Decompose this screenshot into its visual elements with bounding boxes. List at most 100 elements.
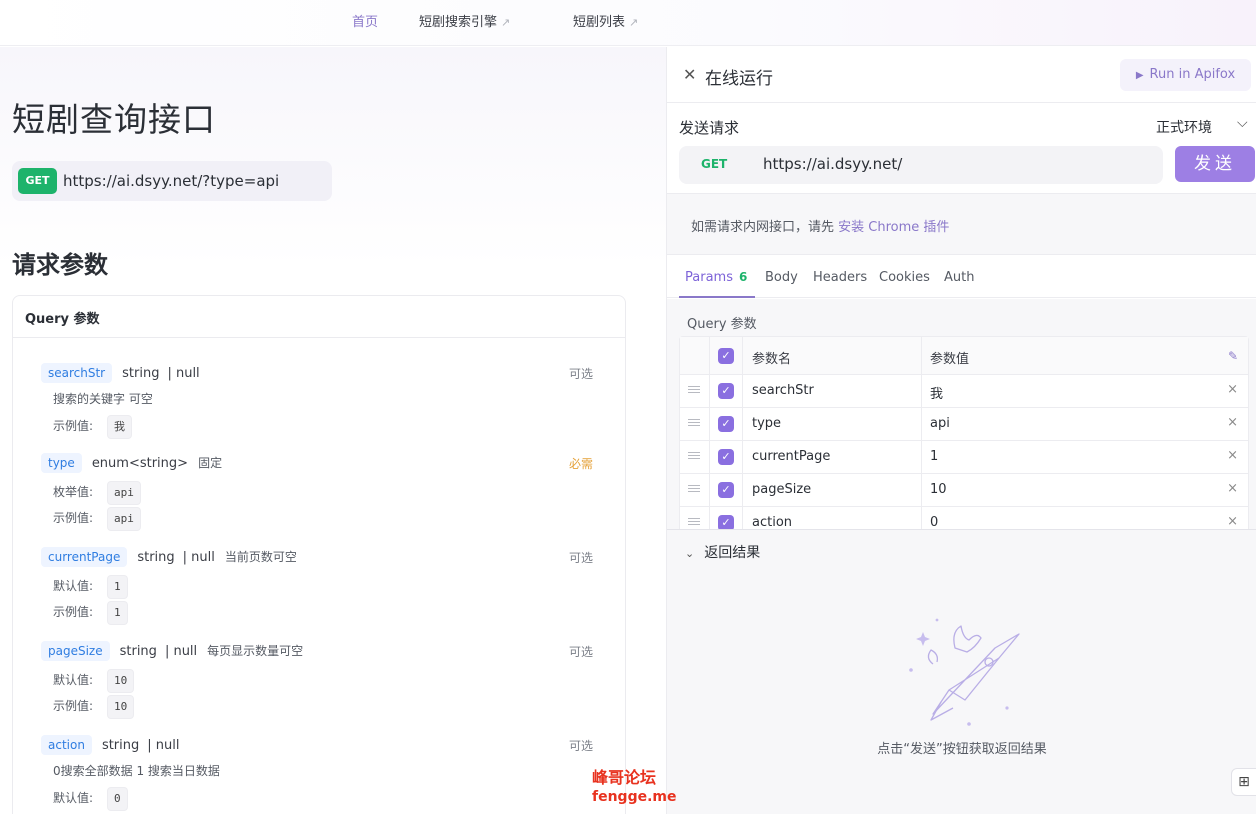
nav-search-engine-label: 短剧搜索引擎 bbox=[419, 15, 498, 30]
response-header[interactable]: ⌄ 返回结果 bbox=[685, 542, 760, 562]
column-divider bbox=[709, 375, 710, 407]
rocket-illustration-icon bbox=[909, 618, 1020, 726]
param-name-cell[interactable]: type bbox=[752, 416, 781, 431]
column-divider bbox=[742, 337, 743, 374]
select-all-checkbox[interactable]: ✓ bbox=[718, 348, 734, 364]
param-type: string bbox=[137, 550, 175, 565]
column-header-value: 参数值 bbox=[930, 352, 970, 367]
chevron-down-icon[interactable]: ⌵ bbox=[1237, 115, 1248, 131]
param-example: 示例值: 1 bbox=[53, 601, 601, 625]
remove-icon[interactable]: × bbox=[1227, 415, 1238, 430]
run-in-apifox-button[interactable]: ▶ Run in Apifox bbox=[1120, 59, 1251, 91]
chrome-plugin-hint: 如需请求内网接口，请先 安装 Chrome 插件 bbox=[667, 193, 1256, 255]
run-title: 在线运行 bbox=[705, 69, 773, 89]
api-doc-panel: 短剧查询接口 GET https://ai.dsyy.net/?type=api… bbox=[0, 47, 666, 814]
param-default: 默认值: 10 bbox=[53, 669, 601, 693]
param-line-value: 1 bbox=[107, 575, 128, 599]
tab-auth[interactable]: Auth bbox=[944, 270, 974, 285]
param-item: type enum<string> 固定 必需 枚举值: api 示例值: api bbox=[41, 452, 601, 531]
param-default: 默认值: 1 bbox=[53, 575, 601, 599]
param-requirement: 可选 bbox=[568, 551, 593, 565]
param-nullable: | null bbox=[182, 550, 215, 565]
params-editor: Query 参数 ✓ 参数名 参数值 ✎ ✓ searchStr 我 × ✓ t… bbox=[667, 299, 1256, 529]
param-inline-desc: 当前页数可空 bbox=[224, 550, 297, 564]
column-divider bbox=[709, 441, 710, 473]
param-nullable: | null bbox=[167, 366, 200, 381]
param-value-cell[interactable]: 0 bbox=[930, 515, 938, 529]
param-line-label: 默认值: bbox=[53, 673, 94, 687]
watermark-line1: 峰哥论坛 bbox=[592, 768, 657, 787]
install-chrome-plugin-link[interactable]: 安装 Chrome 插件 bbox=[838, 220, 949, 235]
param-line-label: 示例值: bbox=[53, 605, 94, 619]
param-requirement: 可选 bbox=[568, 739, 593, 753]
response-panel: ⌄ 返回结果 点击“发送”按钮获取返回结果 ⊞ bbox=[667, 529, 1256, 814]
hint-prefix: 如需请求内网接口，请先 bbox=[691, 220, 839, 235]
tab-headers[interactable]: Headers bbox=[813, 270, 867, 285]
nav-drama-list[interactable]: 短剧列表 ↗ bbox=[573, 11, 638, 30]
param-type: enum<string> bbox=[91, 456, 189, 471]
layout-toggle-icon[interactable]: ⊞ bbox=[1231, 768, 1256, 796]
top-nav: 首页 短剧搜索引擎 ↗ 短剧列表 ↗ bbox=[0, 0, 1256, 46]
row-checkbox[interactable]: ✓ bbox=[718, 515, 734, 529]
close-icon[interactable]: ✕ bbox=[683, 65, 696, 84]
column-divider bbox=[742, 507, 743, 529]
param-description: 0搜索全部数据 1 搜索当日数据 bbox=[53, 764, 220, 778]
remove-icon[interactable]: × bbox=[1227, 481, 1238, 496]
endpoint-url-box[interactable]: GET https://ai.dsyy.net/?type=api bbox=[12, 161, 332, 201]
param-line-label: 示例值: bbox=[53, 511, 94, 525]
param-type: string bbox=[101, 738, 140, 753]
table-row: ✓ currentPage 1 × bbox=[680, 441, 1248, 474]
nav-search-engine[interactable]: 短剧搜索引擎 ↗ bbox=[419, 11, 510, 30]
row-checkbox[interactable]: ✓ bbox=[718, 416, 734, 432]
row-checkbox[interactable]: ✓ bbox=[718, 449, 734, 465]
param-value-cell[interactable]: 我 bbox=[930, 383, 943, 402]
request-method[interactable]: GET bbox=[701, 157, 727, 171]
hint-text: 如需请求内网接口，请先 安装 Chrome 插件 bbox=[691, 216, 949, 235]
drag-handle-icon[interactable] bbox=[688, 516, 700, 528]
tab-params[interactable]: Params 6 bbox=[685, 270, 747, 285]
active-tab-indicator bbox=[679, 296, 755, 298]
send-request-label: 发送请求 bbox=[679, 119, 740, 137]
send-button[interactable]: 发送 bbox=[1175, 146, 1255, 182]
param-value-cell[interactable]: 1 bbox=[930, 449, 938, 464]
param-name-cell[interactable]: searchStr bbox=[752, 383, 814, 398]
param-name-cell[interactable]: currentPage bbox=[752, 449, 830, 464]
param-line-label: 示例值: bbox=[53, 699, 94, 713]
row-checkbox[interactable]: ✓ bbox=[718, 383, 734, 399]
column-divider bbox=[921, 375, 922, 407]
param-item: currentPage string | null 当前页数可空 可选 默认值: 1 示… bbox=[41, 546, 601, 625]
column-divider bbox=[742, 408, 743, 440]
remove-icon[interactable]: × bbox=[1227, 382, 1238, 397]
param-item: action string | null 可选 0搜索全部数据 1 搜索当日数据 默… bbox=[41, 734, 601, 811]
bulk-edit-icon[interactable]: ✎ bbox=[1228, 349, 1238, 363]
tab-cookies[interactable]: Cookies bbox=[879, 270, 930, 285]
card-title: Query 参数 bbox=[13, 296, 625, 338]
drag-handle-icon[interactable] bbox=[688, 483, 700, 495]
param-name-cell[interactable]: pageSize bbox=[752, 482, 811, 497]
param-example: 示例值: api bbox=[53, 507, 601, 531]
chevron-down-icon[interactable]: ⌄ bbox=[685, 547, 694, 560]
request-url-bar[interactable]: GET https://ai.dsyy.net/ bbox=[679, 146, 1163, 184]
drag-handle-icon[interactable] bbox=[688, 417, 700, 429]
param-value-cell[interactable]: 10 bbox=[930, 482, 947, 497]
remove-icon[interactable]: × bbox=[1227, 514, 1238, 529]
table-header-row: ✓ 参数名 参数值 ✎ bbox=[680, 337, 1248, 375]
column-divider bbox=[709, 408, 710, 440]
column-divider bbox=[709, 474, 710, 506]
param-value-cell[interactable]: api bbox=[930, 416, 950, 431]
remove-icon[interactable]: × bbox=[1227, 448, 1238, 463]
param-name-cell[interactable]: action bbox=[752, 515, 792, 529]
param-name: pageSize bbox=[41, 641, 110, 661]
drag-handle-icon[interactable] bbox=[688, 384, 700, 396]
request-url-input[interactable]: https://ai.dsyy.net/ bbox=[763, 155, 902, 173]
column-divider bbox=[921, 474, 922, 506]
drag-handle-icon[interactable] bbox=[688, 450, 700, 462]
param-type: string bbox=[119, 644, 157, 659]
param-description: 搜索的关键字 可空 bbox=[53, 392, 153, 406]
row-checkbox[interactable]: ✓ bbox=[718, 482, 734, 498]
tab-body[interactable]: Body bbox=[765, 270, 798, 285]
param-line-value: 10 bbox=[107, 669, 135, 693]
section-title-request-params: 请求参数 bbox=[12, 251, 108, 279]
nav-home[interactable]: 首页 bbox=[352, 11, 378, 30]
environment-select[interactable]: 正式环境 bbox=[1156, 117, 1212, 137]
